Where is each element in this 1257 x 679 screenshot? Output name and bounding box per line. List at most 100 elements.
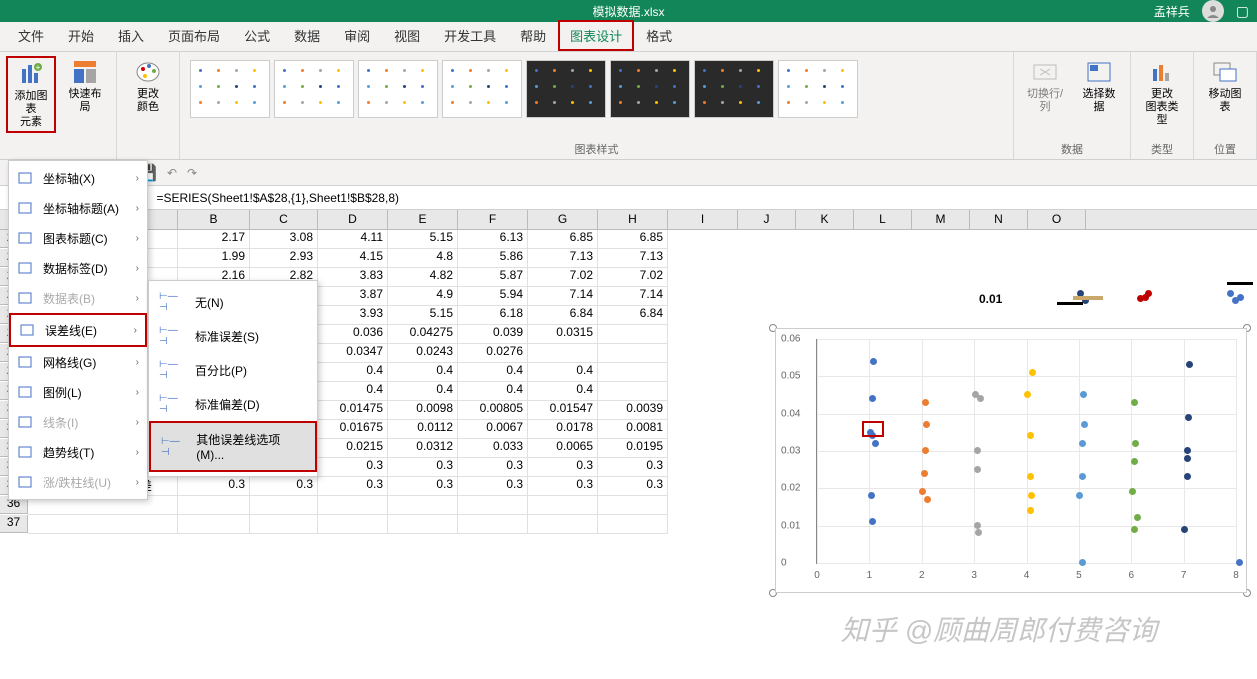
cell[interactable]: 3.08 xyxy=(250,230,318,249)
submenu-item[interactable]: ⊢—⊣标准偏差(D) xyxy=(149,387,317,421)
cell[interactable] xyxy=(318,515,388,534)
cell[interactable]: 5.86 xyxy=(458,249,528,268)
cell[interactable]: 0.0039 xyxy=(598,401,668,420)
cell[interactable] xyxy=(598,325,668,344)
chart-style-thumb[interactable] xyxy=(526,60,606,118)
column-header[interactable]: G xyxy=(528,210,598,229)
chart-style-thumb[interactable] xyxy=(778,60,858,118)
menu-item[interactable]: 网格线(G)› xyxy=(9,347,147,377)
column-header[interactable]: H xyxy=(598,210,668,229)
chart-styles[interactable] xyxy=(186,56,1007,141)
scatter-point[interactable] xyxy=(972,391,979,398)
cell[interactable]: 0.039 xyxy=(458,325,528,344)
scatter-point[interactable] xyxy=(1081,421,1088,428)
scatter-point[interactable] xyxy=(869,395,876,402)
ribbon-tab-9[interactable]: 帮助 xyxy=(508,20,558,51)
column-header[interactable]: I xyxy=(668,210,738,229)
chart-style-thumb[interactable] xyxy=(442,60,522,118)
change-chart-type-button[interactable]: 更改 图表类型 xyxy=(1137,56,1187,129)
scatter-point[interactable] xyxy=(974,466,981,473)
chart-style-thumb[interactable] xyxy=(610,60,690,118)
scatter-point[interactable] xyxy=(1184,447,1191,454)
scatter-point[interactable] xyxy=(1027,507,1034,514)
scatter-point[interactable] xyxy=(1079,440,1086,447)
cell[interactable]: 3.83 xyxy=(318,268,388,287)
column-header[interactable]: N xyxy=(970,210,1028,229)
ribbon-tab-1[interactable]: 开始 xyxy=(56,20,106,51)
cell[interactable]: 0.4 xyxy=(458,363,528,382)
formula-input[interactable]: =SERIES(Sheet1!$A$28,{1},Sheet1!$B$28,8) xyxy=(148,191,1257,205)
cell[interactable]: 4.15 xyxy=(318,249,388,268)
cell[interactable] xyxy=(528,515,598,534)
cell[interactable]: 5.94 xyxy=(458,287,528,306)
ribbon-mode-icon[interactable]: ▢ xyxy=(1236,3,1249,20)
cell[interactable]: 0.01475 xyxy=(318,401,388,420)
ribbon-tab-6[interactable]: 审阅 xyxy=(332,20,382,51)
column-header[interactable]: M xyxy=(912,210,970,229)
ribbon-tab-10[interactable]: 图表设计 xyxy=(558,20,634,51)
column-header[interactable]: C xyxy=(250,210,318,229)
scatter-point[interactable] xyxy=(872,440,879,447)
scatter-point[interactable] xyxy=(1024,391,1031,398)
cell[interactable] xyxy=(458,496,528,515)
scatter-point[interactable] xyxy=(1079,559,1086,566)
menu-item[interactable]: 坐标轴(X)› xyxy=(9,163,147,193)
cell[interactable]: 0.0098 xyxy=(388,401,458,420)
scatter-point[interactable] xyxy=(869,518,876,525)
menu-item[interactable]: 坐标轴标题(A)› xyxy=(9,193,147,223)
scatter-point[interactable] xyxy=(1131,399,1138,406)
cell[interactable]: 0.0112 xyxy=(388,420,458,439)
cell[interactable] xyxy=(598,496,668,515)
scatter-point[interactable] xyxy=(922,447,929,454)
user-avatar-icon[interactable] xyxy=(1202,0,1224,22)
scatter-point[interactable] xyxy=(1184,473,1191,480)
scatter-point[interactable] xyxy=(1076,492,1083,499)
scatter-point[interactable] xyxy=(975,529,982,536)
cell[interactable]: 1.99 xyxy=(178,249,250,268)
column-header[interactable]: L xyxy=(854,210,912,229)
chart-style-thumb[interactable] xyxy=(694,60,774,118)
cell[interactable] xyxy=(178,515,250,534)
scatter-point[interactable] xyxy=(1129,488,1136,495)
cell[interactable]: 0.01547 xyxy=(528,401,598,420)
chart-style-thumb[interactable] xyxy=(274,60,354,118)
scatter-point[interactable] xyxy=(1184,455,1191,462)
cell[interactable]: 0.3 xyxy=(318,477,388,496)
submenu-item[interactable]: ⊢—⊣无(N) xyxy=(149,285,317,319)
cell[interactable]: 0.3 xyxy=(178,477,250,496)
submenu-item[interactable]: ⊢—⊣其他误差线选项(M)... xyxy=(149,421,317,472)
scatter-point[interactable] xyxy=(974,447,981,454)
submenu-item[interactable]: ⊢—⊣百分比(P) xyxy=(149,353,317,387)
scatter-point[interactable] xyxy=(924,496,931,503)
cell[interactable]: 0.0347 xyxy=(318,344,388,363)
chart-style-thumb[interactable] xyxy=(190,60,270,118)
column-header[interactable]: O xyxy=(1028,210,1086,229)
cell[interactable]: 0.0067 xyxy=(458,420,528,439)
cell[interactable] xyxy=(598,515,668,534)
cell[interactable]: 6.85 xyxy=(598,230,668,249)
cell[interactable]: 0.4 xyxy=(318,363,388,382)
menu-item[interactable]: 图例(L)› xyxy=(9,377,147,407)
cell[interactable]: 0.3 xyxy=(388,477,458,496)
scatter-point[interactable] xyxy=(1185,414,1192,421)
cell[interactable] xyxy=(528,344,598,363)
column-header[interactable]: F xyxy=(458,210,528,229)
cell[interactable]: 5.15 xyxy=(388,230,458,249)
scatter-point[interactable] xyxy=(1132,440,1139,447)
cell[interactable] xyxy=(388,515,458,534)
cell[interactable] xyxy=(388,496,458,515)
cell[interactable]: 7.13 xyxy=(598,249,668,268)
column-header[interactable]: E xyxy=(388,210,458,229)
add-chart-element-button[interactable]: + 添加图表 元素 xyxy=(6,56,56,133)
scatter-point[interactable] xyxy=(974,522,981,529)
cell[interactable]: 0.01675 xyxy=(318,420,388,439)
ribbon-tab-0[interactable]: 文件 xyxy=(6,20,56,51)
cell[interactable]: 4.9 xyxy=(388,287,458,306)
cell[interactable] xyxy=(318,496,388,515)
cell[interactable]: 4.8 xyxy=(388,249,458,268)
cell[interactable]: 7.02 xyxy=(528,268,598,287)
cell[interactable]: 0.0081 xyxy=(598,420,668,439)
ribbon-tab-7[interactable]: 视图 xyxy=(382,20,432,51)
cell[interactable]: 3.87 xyxy=(318,287,388,306)
scatter-point[interactable] xyxy=(1027,473,1034,480)
